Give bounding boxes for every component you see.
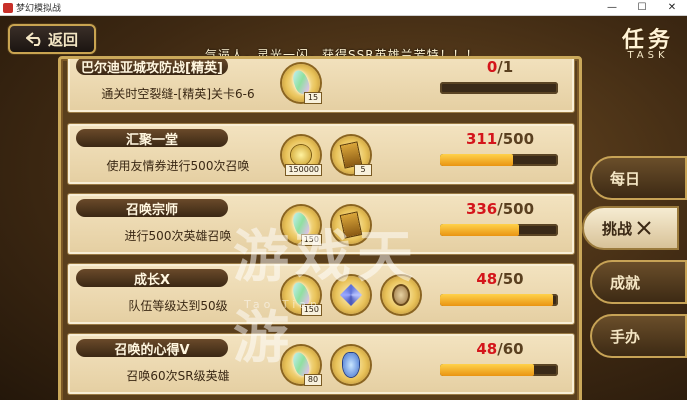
task-row[interactable]: 成长X 队伍等级达到50级 150 48/50 xyxy=(67,263,575,325)
reward-gem[interactable]: 150 xyxy=(282,276,322,316)
tab-figure-label: 手办 xyxy=(610,327,641,346)
task-desc: 进行500次英雄召唤 xyxy=(124,228,232,243)
task-desc: 召唤60次SR级英雄 xyxy=(126,368,230,383)
progress-fill xyxy=(440,364,535,376)
reward-coin[interactable]: 150000 xyxy=(282,136,322,176)
reward-gem[interactable]: 15 xyxy=(282,64,322,104)
app-icon xyxy=(3,2,13,13)
task-desc: 使用友情券进行500次召唤 xyxy=(106,158,250,173)
progress-current: 48 xyxy=(476,270,498,288)
reward-qty: 5 xyxy=(354,164,372,176)
reward-qty: 150 xyxy=(300,234,322,246)
task-row[interactable]: 召唤宗师 进行500次英雄召唤 150 336/500 xyxy=(67,193,575,255)
reward-crystal[interactable] xyxy=(332,276,370,314)
progress-current: 48 xyxy=(476,340,498,358)
task-progress-text: 311/500 xyxy=(440,130,560,148)
close-button[interactable]: ✕ xyxy=(657,0,687,16)
task-title: 召唤的心得V xyxy=(76,339,228,358)
ticket-icon xyxy=(340,212,362,238)
tab-challenge[interactable]: 挑战 xyxy=(582,206,679,250)
task-progress-text: 48/50 xyxy=(440,270,560,288)
progress-current: 0 xyxy=(486,58,498,76)
progress-current: 311 xyxy=(465,130,498,148)
crystal-icon xyxy=(340,284,362,306)
minimize-button[interactable]: — xyxy=(597,0,627,16)
tab-challenge-label: 挑战 xyxy=(602,219,633,238)
reward-ticket[interactable] xyxy=(332,206,370,244)
progress-target: /500 xyxy=(497,200,535,218)
tab-figure[interactable]: 手办 xyxy=(590,314,687,358)
progress-fill xyxy=(440,154,514,166)
task-list-frame: 巴尔迪亚城攻防战[精英] 通关时空裂缝-[精英]关卡6-6 15 0/1 汇聚一… xyxy=(58,56,582,400)
tab-achievement-label: 成就 xyxy=(610,273,641,292)
progress-current: 336 xyxy=(465,200,498,218)
progress-bar xyxy=(440,82,558,94)
coin-icon xyxy=(291,145,311,165)
potion-icon xyxy=(343,353,359,377)
reward-amulet[interactable] xyxy=(382,276,420,314)
task-title: 汇聚一堂 xyxy=(76,129,228,148)
reward-ticket[interactable]: 5 xyxy=(332,136,372,176)
task-title: 巴尔迪亚城攻防战[精英] xyxy=(76,59,228,76)
tab-achievement[interactable]: 成就 xyxy=(590,260,687,304)
tab-daily[interactable]: 每日 xyxy=(590,156,687,200)
reward-qty: 150000 xyxy=(285,164,322,176)
task-progress-text: 336/500 xyxy=(440,200,560,218)
window-titlebar: 梦幻模拟战 — ☐ ✕ xyxy=(0,0,687,16)
task-progress-text: 0/1 xyxy=(440,58,560,76)
task-title: 成长X xyxy=(76,269,228,288)
game-screen: 返回 气逼人，灵光一闪，获得SSR英雄兰芳特！！！ 任务 TASK 巴尔迪亚城攻… xyxy=(0,16,687,400)
back-label: 返回 xyxy=(47,30,78,49)
crossed-swords-icon xyxy=(637,221,651,235)
progress-target: /500 xyxy=(497,130,535,148)
task-desc: 通关时空裂缝-[精英]关卡6-6 xyxy=(101,86,255,101)
back-button[interactable]: 返回 xyxy=(8,24,96,54)
task-row[interactable]: 巴尔迪亚城攻防战[精英] 通关时空裂缝-[精英]关卡6-6 15 0/1 xyxy=(67,58,575,113)
progress-fill xyxy=(440,294,554,306)
progress-bar xyxy=(440,154,558,166)
task-row[interactable]: 汇聚一堂 使用友情券进行500次召唤 150000 5 311/500 xyxy=(67,123,575,185)
reward-potion[interactable] xyxy=(332,346,370,384)
back-arrow-icon xyxy=(25,32,41,46)
tab-daily-label: 每日 xyxy=(610,169,641,188)
task-list[interactable]: 巴尔迪亚城攻防战[精英] 通关时空裂缝-[精英]关卡6-6 15 0/1 汇聚一… xyxy=(67,59,575,400)
progress-bar xyxy=(440,294,558,306)
reward-gem[interactable]: 80 xyxy=(282,346,322,386)
task-title: 召唤宗师 xyxy=(76,199,228,218)
reward-qty: 150 xyxy=(300,304,322,316)
progress-bar xyxy=(440,364,558,376)
window-controls: — ☐ ✕ xyxy=(597,0,687,16)
progress-target: /1 xyxy=(497,58,514,76)
progress-bar xyxy=(440,224,558,236)
amulet-icon xyxy=(392,284,410,306)
task-desc: 队伍等级达到50级 xyxy=(128,298,228,313)
progress-fill xyxy=(440,224,520,236)
reward-qty: 80 xyxy=(304,374,322,386)
window-title: 梦幻模拟战 xyxy=(16,4,62,14)
reward-gem[interactable]: 150 xyxy=(282,206,322,246)
task-row[interactable]: 召唤的心得V 召唤60次SR级英雄 80 48/60 xyxy=(67,333,575,395)
progress-target: /60 xyxy=(497,340,524,358)
task-progress-text: 48/60 xyxy=(440,340,560,358)
reward-qty: 15 xyxy=(304,92,322,104)
maximize-button[interactable]: ☐ xyxy=(627,0,657,16)
page-title: 任务 TASK xyxy=(612,22,684,66)
progress-target: /50 xyxy=(497,270,524,288)
